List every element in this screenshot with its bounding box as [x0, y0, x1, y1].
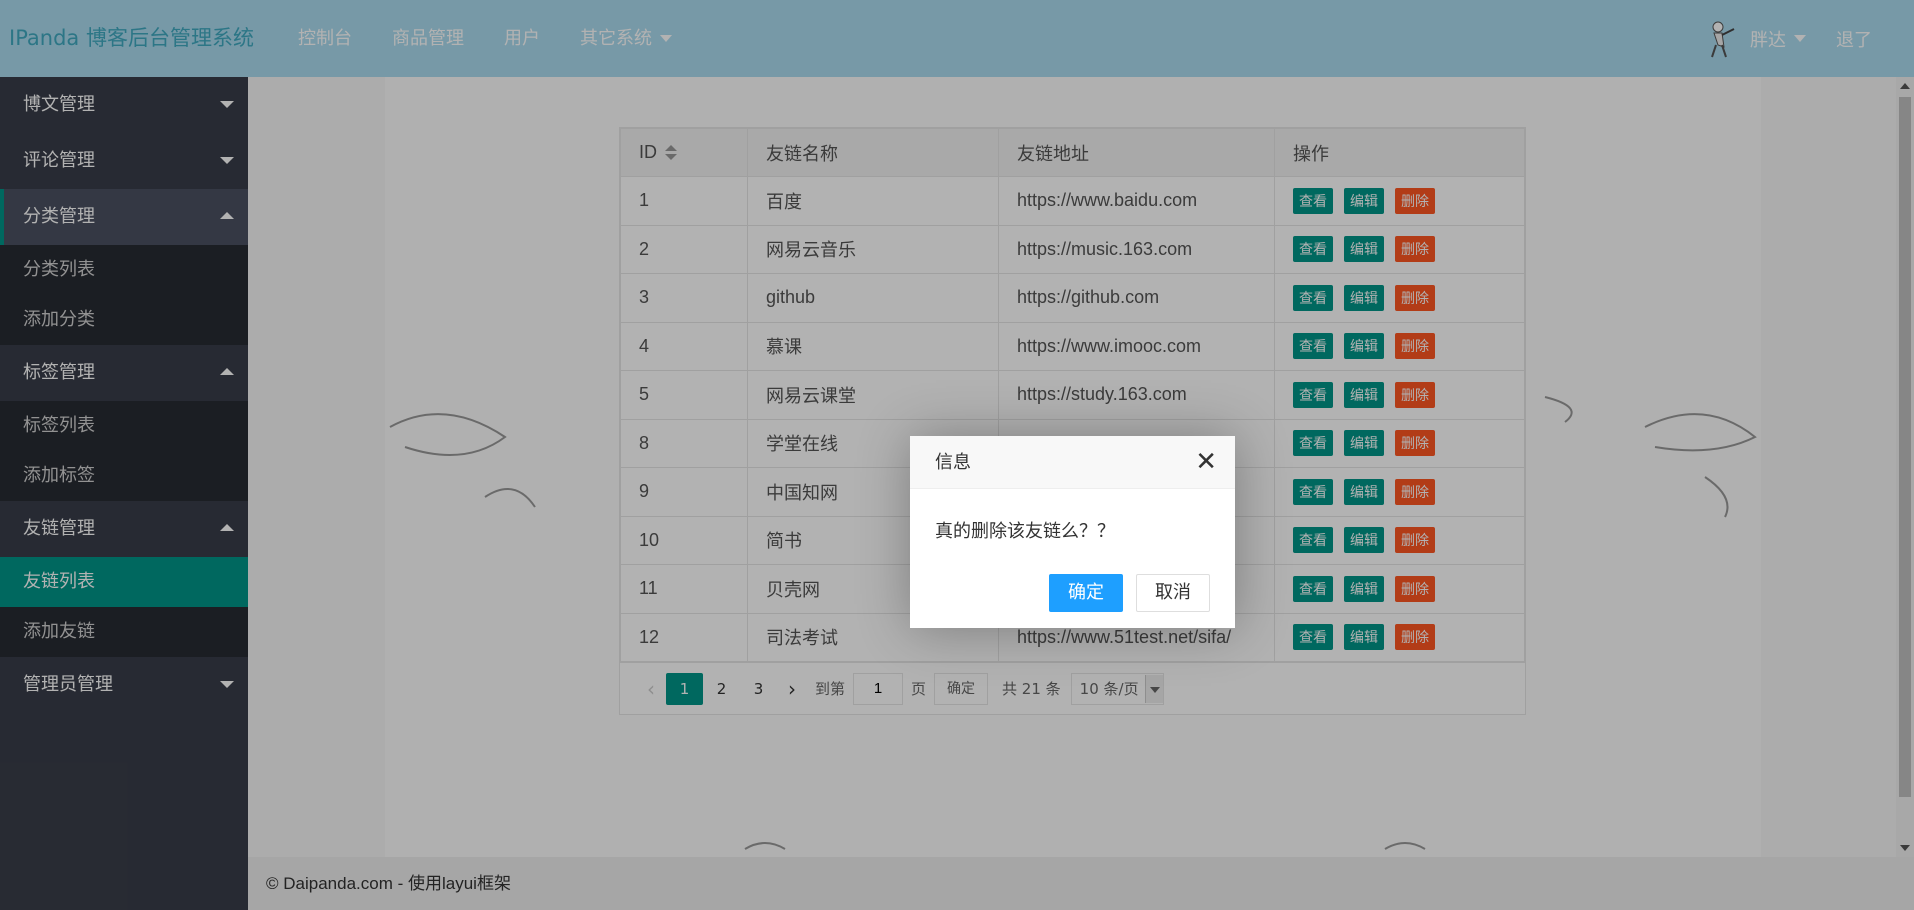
- dialog-message: 真的删除该友链么？？: [935, 521, 1115, 542]
- confirm-dialog: 信息 ✕ 真的删除该友链么？？ 确定 取消: [910, 436, 1235, 628]
- close-icon[interactable]: ✕: [1195, 436, 1217, 489]
- dialog-title-bar: 信息 ✕: [910, 436, 1235, 489]
- dialog-title: 信息: [935, 452, 971, 473]
- dialog-ok-button[interactable]: 确定: [1049, 574, 1123, 612]
- dialog-buttons: 确定 取消: [1036, 574, 1210, 612]
- dialog-cancel-button[interactable]: 取消: [1136, 574, 1210, 612]
